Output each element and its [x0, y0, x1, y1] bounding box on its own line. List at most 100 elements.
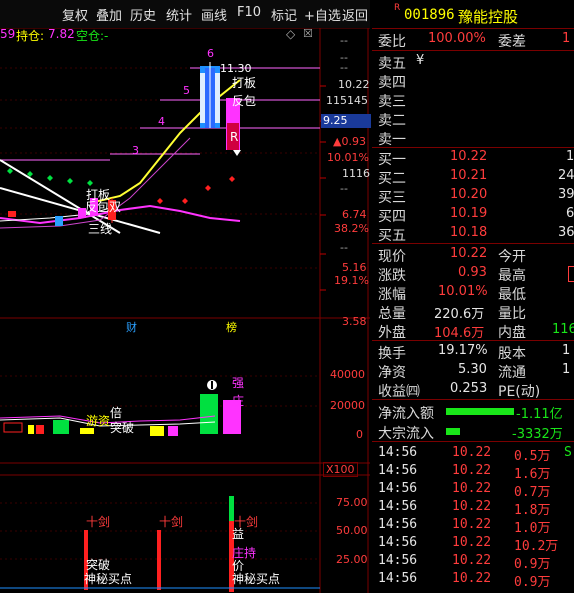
chart-toolbar: 复权 叠加 历史 统计 画线 F10 标记 +自选 返回	[0, 0, 370, 29]
history-button[interactable]: 历史	[130, 5, 156, 24]
sell-row-4: 卖四	[372, 71, 574, 91]
buy-volume: 1	[566, 149, 574, 164]
stat-value: 1	[562, 343, 571, 358]
stat-label: 收益㈣	[378, 384, 420, 400]
stat-label: 换手	[378, 346, 406, 362]
trade-row: 14:56 10.22 0.9万	[372, 552, 574, 572]
annotation-fanbao-double: 反包双	[85, 200, 122, 214]
kline-svg	[0, 28, 370, 593]
hold-value: 7.82	[48, 27, 75, 41]
stat-row: 涨幅 10.01% 最低	[372, 283, 574, 303]
trade-price: 10.22	[452, 481, 492, 496]
sell-label: 卖三	[378, 94, 406, 110]
stat-value: 220.6万	[434, 307, 485, 322]
fuquan-button[interactable]: 复权	[62, 5, 88, 24]
kline-chart[interactable]: 59 持仓: 7.82 空仓:- ◇ ☒ -- -- -- 10.22 1151…	[0, 27, 371, 593]
current-price-marker: 9.25	[321, 114, 371, 128]
stock-code: 001896	[404, 7, 455, 23]
price-axis-label: 10.22	[338, 78, 370, 91]
tick-trades-list[interactable]: 14:56 10.22 0.5万 S 14:56 10.22 1.6万 14:56 10.22 0…	[372, 444, 574, 593]
buy-price: 10.19	[450, 206, 488, 221]
stat-value: 10.22	[450, 246, 488, 261]
trade-time: 14:56	[378, 481, 418, 496]
trade-time: 14:56	[378, 463, 418, 478]
sell-label: 卖二	[378, 113, 406, 129]
sell-row-1: 卖一	[372, 128, 574, 148]
settings-diamond-icon[interactable]: ◇	[286, 27, 295, 41]
overlay-button[interactable]: 叠加	[96, 5, 122, 24]
mark-button[interactable]: 标记	[271, 5, 297, 24]
hold-label: 持仓:	[16, 29, 45, 43]
draw-line-button[interactable]: 画线	[201, 5, 227, 24]
buy-label: 买二	[378, 171, 406, 187]
trade-row: 14:56 10.22 1.8万	[372, 498, 574, 518]
price-axis-label: 1116	[342, 167, 370, 180]
back-button[interactable]: 返回	[342, 5, 368, 24]
stat-label: 总量	[378, 306, 406, 322]
indicator-annotation: 益	[232, 527, 245, 541]
stat-label: 涨跌	[378, 268, 406, 284]
sell-label: 卖五	[378, 56, 406, 72]
trade-row: 14:56 10.22 0.9万	[372, 570, 574, 590]
volume-axis-label: 40000	[330, 368, 365, 381]
volume-annotation: 游资	[86, 414, 111, 428]
trade-time: 14:56	[378, 517, 418, 532]
stock-name: 豫能控股	[458, 8, 519, 26]
wei-bi-value: 100.00%	[428, 31, 486, 46]
stat-value: 0.253	[450, 381, 488, 396]
list-marker[interactable]: 榜	[226, 319, 237, 335]
stat-label: 外盘	[378, 325, 406, 341]
stat-value: 0.93	[458, 265, 487, 280]
level-label: 5	[183, 84, 190, 97]
indicator-axis-label: 75.00	[336, 496, 368, 509]
volume-annotation: 突破	[110, 421, 135, 435]
quote-panel: R 001896 豫能控股 委比 100.00% 委差 1 卖五 ¥ 卖四 卖三…	[372, 0, 574, 593]
buy-label: 买一	[378, 152, 406, 168]
price-axis-label: 3.58	[342, 315, 367, 328]
buy-label: 买四	[378, 209, 406, 225]
annotation-daban: 打板	[232, 76, 257, 90]
buy-row-3: 买三 10.20 39	[372, 186, 574, 206]
indicator-annotation: 十剑	[159, 515, 184, 529]
trade-row: 14:56 10.22 1.0万	[372, 516, 574, 536]
finance-marker[interactable]: 财	[126, 319, 137, 335]
trade-row: 14:56 10.22 1.6万	[372, 462, 574, 482]
stat-row: 现价 10.22 今开	[372, 245, 574, 265]
annotation-r: R	[230, 130, 239, 144]
buy-row-4: 买四 10.19 6	[372, 205, 574, 225]
buy-label: 买三	[378, 190, 406, 206]
flow-label: 净流入额	[378, 406, 434, 422]
trade-time: 14:56	[378, 571, 418, 586]
indicator-axis-label: 50.00	[336, 524, 368, 537]
level-label: 4	[158, 115, 165, 128]
axis-dash: --	[340, 34, 348, 47]
indicator-annotation: 神秘买点	[84, 572, 133, 586]
annotation-sanxian: 三线	[88, 222, 113, 236]
volume-annotation: 庄	[232, 394, 245, 408]
statistics-button[interactable]: 统计	[166, 5, 192, 24]
stat-label: 现价	[378, 249, 406, 265]
flow-bar	[446, 428, 460, 435]
trade-volume: 0.9万	[514, 575, 551, 590]
r-marker: R	[394, 3, 401, 13]
trade-row: 14:56 10.22 0.7万	[372, 480, 574, 500]
f10-button[interactable]: F10	[237, 5, 261, 20]
sell-row-2: 卖二	[372, 109, 574, 129]
sell-row-5: 卖五 ¥	[372, 52, 574, 72]
price-axis-label: 38.2%	[334, 222, 369, 235]
sell-price: ¥	[416, 53, 425, 68]
axis-dash: --	[340, 182, 348, 195]
trade-time: 14:56	[378, 535, 418, 550]
stat-value: 5.30	[458, 362, 487, 377]
volume-axis-label: 20000	[330, 399, 365, 412]
stat-label: 涨幅	[378, 287, 406, 303]
empty-label: 空仓:-	[76, 29, 109, 43]
add-favorite-button[interactable]: +自选	[304, 5, 341, 24]
stat2-row: 换手 19.17% 股本 1	[372, 342, 574, 362]
volume-multiplier: X100	[323, 462, 358, 477]
flow-row-block: 大宗流入 -3332万	[372, 422, 574, 442]
flow-bar	[446, 408, 514, 415]
close-icon[interactable]: ☒	[303, 27, 313, 40]
trade-row: 14:56 10.22 0.5万 S	[372, 444, 574, 464]
stat-label: 净资	[378, 365, 406, 381]
